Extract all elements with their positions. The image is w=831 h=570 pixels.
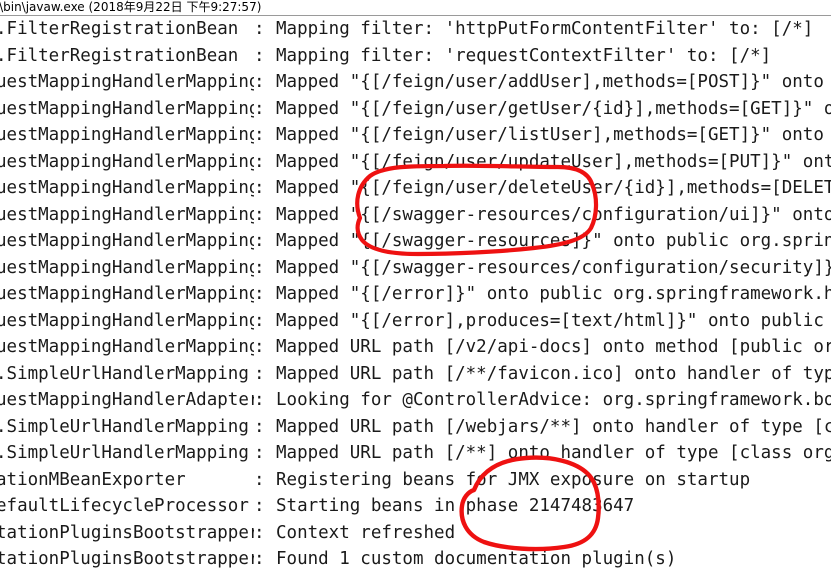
log-line: uestMappingHandlerAdapter: Looking for @C…	[0, 387, 831, 414]
log-separator: :	[254, 151, 265, 172]
log-message: Mapped URL path [/**] onto handler of ty…	[276, 443, 831, 463]
log-logger-name: .FilterRegistrationBean	[0, 45, 239, 66]
log-logger-name: .SimpleUrlHandlerMapping	[0, 416, 249, 437]
log-line: .FilterRegistrationBean: Mapping filter: …	[0, 16, 831, 43]
log-line: tationPluginsBootstrapper: Context refres…	[0, 520, 831, 547]
log-message: Mapping filter: 'requestContextFilter' t…	[276, 45, 772, 66]
log-message: Mapped "{[/swagger-resources/configurati…	[276, 204, 831, 225]
log-logger-name: tationPluginsBootstrapper	[0, 522, 254, 543]
log-message: Mapped "{[/feign/user/listUser],methods=…	[276, 125, 831, 145]
log-logger-name: .SimpleUrlHandlerMapping	[0, 443, 249, 463]
log-line: .SimpleUrlHandlerMapping: Mapped URL path…	[0, 414, 831, 441]
log-message: Registering beans for JMX exposure on st…	[276, 469, 751, 490]
log-logger-name: ationMBeanExporter	[0, 469, 186, 490]
log-logger-name: uestMappingHandlerMapping	[0, 98, 254, 119]
log-line: uestMappingHandlerMapping: Mapped "{[/fei…	[0, 69, 831, 96]
log-line: uestMappingHandlerMapping: Mapped "{[/swa…	[0, 228, 831, 255]
log-logger-name: .SimpleUrlHandlerMapping	[0, 363, 249, 384]
log-message: Mapped "{[/feign/user/getUser/{id}],meth…	[276, 98, 831, 119]
log-separator: :	[254, 496, 265, 516]
log-logger-name: uestMappingHandlerAdapter	[0, 390, 254, 410]
log-logger-name: tationPluginsBootstrapper	[0, 549, 254, 569]
log-separator: :	[254, 310, 265, 331]
log-message: Mapped "{[/swagger-resources/configurati…	[276, 257, 831, 278]
log-line: uestMappingHandlerMapping: Mapped "{[/fei…	[0, 175, 831, 202]
log-logger-name: efaultLifecycleProcessor	[0, 496, 249, 516]
log-logger-name: uestMappingHandlerMapping	[0, 231, 254, 251]
log-separator: :	[254, 522, 265, 543]
log-message: Mapped "{[/feign/user/deleteUser/{id}],m…	[276, 178, 831, 198]
console-window: 3.0\bin\javaw.exe (2018年9月22日 下午9:27:57)…	[0, 0, 831, 570]
log-line: uestMappingHandlerMapping: Mapped URL pat…	[0, 334, 831, 361]
log-line: uestMappingHandlerMapping: Mapped "{[/fei…	[0, 96, 831, 123]
log-message: Mapped "{[/feign/user/addUser],methods=[…	[276, 72, 831, 92]
window-titlebar: 3.0\bin\javaw.exe (2018年9月22日 下午9:27:57)	[0, 0, 831, 16]
log-line: .SimpleUrlHandlerMapping: Mapped URL path…	[0, 361, 831, 388]
log-separator: :	[254, 469, 265, 490]
log-separator: :	[254, 337, 265, 357]
log-logger-name: uestMappingHandlerMapping	[0, 151, 254, 172]
log-logger-name: uestMappingHandlerMapping	[0, 257, 254, 278]
log-separator: :	[254, 72, 265, 92]
log-separator: :	[254, 390, 265, 410]
log-message: Mapped "{[/swagger-resources]}" onto pub…	[276, 231, 831, 251]
log-separator: :	[254, 549, 265, 569]
log-separator: :	[254, 204, 265, 225]
log-message: Mapping filter: 'httpPutFormContentFilte…	[276, 19, 814, 39]
log-line: ationMBeanExporter: Registering beans for…	[0, 467, 831, 494]
log-separator: :	[254, 125, 265, 145]
window-title: 3.0\bin\javaw.exe (2018年9月22日 下午9:27:57)	[0, 0, 262, 14]
log-logger-name: uestMappingHandlerMapping	[0, 72, 254, 92]
log-line: uestMappingHandlerMapping: Mapped "{[/fei…	[0, 122, 831, 149]
log-line: uestMappingHandlerMapping: Mapped "{[/swa…	[0, 255, 831, 282]
log-separator: :	[254, 98, 265, 119]
log-message: Mapped "{[/feign/user/updateUser],method…	[276, 151, 831, 172]
log-line: .FilterRegistrationBean: Mapping filter: …	[0, 43, 831, 70]
log-separator: :	[254, 284, 265, 304]
log-line: efaultLifecycleProcessor: Starting beans …	[0, 493, 831, 520]
log-line: uestMappingHandlerMapping: Mapped "{[/err…	[0, 281, 831, 308]
log-separator: :	[254, 443, 265, 463]
log-message: Context refreshed	[276, 522, 456, 543]
log-logger-name: uestMappingHandlerMapping	[0, 337, 254, 357]
log-separator: :	[254, 231, 265, 251]
log-logger-name: uestMappingHandlerMapping	[0, 284, 254, 304]
log-separator: :	[254, 363, 265, 384]
log-message: Starting beans in phase 2147483647	[276, 496, 635, 516]
log-line: uestMappingHandlerMapping: Mapped "{[/swa…	[0, 202, 831, 229]
log-line: uestMappingHandlerMapping: Mapped "{[/err…	[0, 308, 831, 335]
log-message: Mapped "{[/error],produces=[text/html]}"…	[276, 310, 831, 331]
console-output[interactable]: .FilterRegistrationBean: Mapping filter: …	[0, 16, 831, 570]
log-separator: :	[254, 416, 265, 437]
log-separator: :	[254, 45, 265, 66]
log-logger-name: uestMappingHandlerMapping	[0, 204, 254, 225]
log-message: Mapped URL path [/**/favicon.ico] onto h…	[276, 363, 831, 384]
log-separator: :	[254, 178, 265, 198]
log-logger-name: uestMappingHandlerMapping	[0, 125, 254, 145]
log-separator: :	[254, 257, 265, 278]
log-logger-name: uestMappingHandlerMapping	[0, 310, 254, 331]
log-logger-name: .FilterRegistrationBean	[0, 19, 239, 39]
log-line: .SimpleUrlHandlerMapping: Mapped URL path…	[0, 440, 831, 467]
log-logger-name: uestMappingHandlerMapping	[0, 178, 254, 198]
log-separator: :	[254, 19, 265, 39]
log-message: Looking for @ControllerAdvice: org.sprin…	[276, 390, 831, 410]
log-line: uestMappingHandlerMapping: Mapped "{[/fei…	[0, 149, 831, 176]
log-message: Found 1 custom documentation plugin(s)	[276, 549, 677, 569]
log-message: Mapped URL path [/webjars/**] onto handl…	[276, 416, 831, 437]
log-message: Mapped URL path [/v2/api-docs] onto meth…	[276, 337, 831, 357]
log-line: tationPluginsBootstrapper: Found 1 custom…	[0, 546, 831, 570]
log-message: Mapped "{[/error]}" onto public org.spri…	[276, 284, 831, 304]
